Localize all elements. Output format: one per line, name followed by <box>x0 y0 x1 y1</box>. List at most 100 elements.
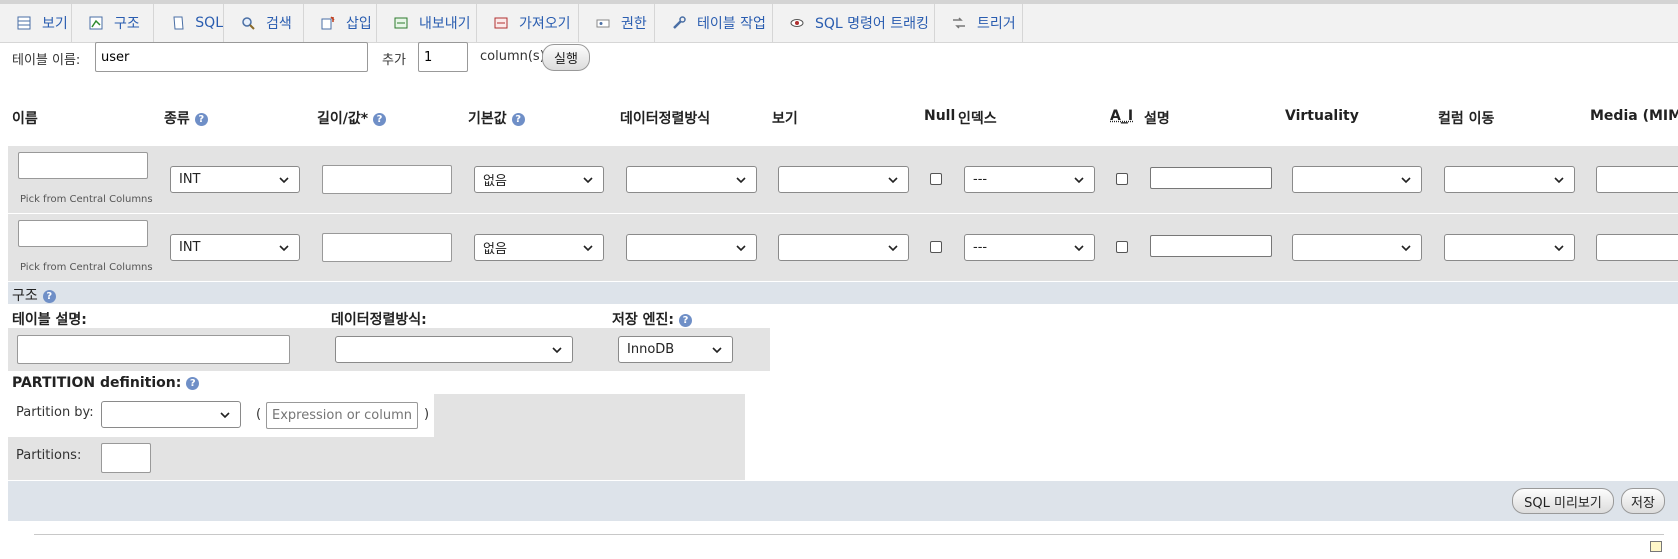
chevron-down-icon <box>277 241 291 255</box>
tab-label: 트리거 <box>977 13 1016 33</box>
partition-title: PARTITION definition:? <box>12 375 199 391</box>
default-select[interactable]: 없음 <box>474 166 604 193</box>
add-label: 추가 <box>382 49 406 68</box>
central-columns-link[interactable]: Pick from Central Columns <box>20 194 153 205</box>
structure-title: 구조? <box>12 285 56 305</box>
chevron-down-icon <box>1399 173 1413 187</box>
tab-operations[interactable]: 테이블 작업 <box>655 4 773 42</box>
chevron-down-icon <box>581 173 595 187</box>
index-select[interactable]: --- <box>964 166 1095 193</box>
table-comment-input[interactable] <box>17 335 290 364</box>
tab-label: 보기 <box>42 13 68 33</box>
default-select[interactable]: 없음 <box>474 234 604 261</box>
storage-engine-select[interactable]: InnoDB <box>618 336 733 363</box>
attributes-select[interactable] <box>778 234 909 261</box>
tab-label: 내보내기 <box>419 13 471 33</box>
partition-by-label: Partition by: <box>16 405 94 420</box>
add-columns-input[interactable] <box>418 42 468 72</box>
partition-by-select[interactable] <box>101 401 241 428</box>
null-checkbox[interactable] <box>930 241 942 253</box>
table-name-label: 테이블 이름: <box>12 49 80 68</box>
partitions-label: Partitions: <box>16 448 81 463</box>
insert-icon <box>320 15 336 31</box>
tab-label: 구조 <box>114 13 140 33</box>
columns-suffix: column(s) <box>480 49 545 64</box>
tab-label: SQL <box>195 15 223 31</box>
import-icon <box>493 15 509 31</box>
tab-insert[interactable]: 삽입 <box>304 4 377 42</box>
column-name-input[interactable] <box>18 220 148 247</box>
browse-icon <box>16 15 32 31</box>
chevron-down-icon <box>1072 173 1086 187</box>
type-select[interactable]: INT <box>170 166 300 193</box>
tab-triggers[interactable]: 트리거 <box>935 4 1023 42</box>
index-select[interactable]: --- <box>964 234 1095 261</box>
partitions-input[interactable] <box>101 443 151 473</box>
partition-expression-input[interactable] <box>266 402 418 429</box>
chevron-down-icon <box>886 241 900 255</box>
table-collation-select[interactable] <box>335 336 573 363</box>
comment-textarea[interactable] <box>1150 167 1272 189</box>
tab-tracking[interactable]: SQL 명령어 트래킹 <box>773 4 935 42</box>
save-button[interactable]: 저장 <box>1621 488 1665 514</box>
tab-bar: 보기 구조 SQL 검색 삽입 내보내기 가져오기 권한 테이블 작업 SQL … <box>0 4 1678 43</box>
header-media-type: Media (MIME) <box>1590 108 1678 124</box>
help-icon[interactable]: ? <box>195 113 208 126</box>
header-name: 이름 <box>12 108 38 128</box>
chevron-down-icon <box>550 343 564 357</box>
header-null: Null <box>924 108 955 124</box>
length-input[interactable] <box>322 233 452 262</box>
tab-privileges[interactable]: 권한 <box>579 4 655 42</box>
tab-sql[interactable]: SQL <box>154 4 224 42</box>
central-columns-link[interactable]: Pick from Central Columns <box>20 262 153 273</box>
virtuality-select[interactable] <box>1292 234 1422 261</box>
column-name-input[interactable] <box>18 152 148 179</box>
media-type-select[interactable] <box>1596 166 1678 193</box>
help-icon[interactable]: ? <box>186 377 199 390</box>
chevron-down-icon <box>1552 173 1566 187</box>
chevron-down-icon <box>710 343 724 357</box>
tab-import[interactable]: 가져오기 <box>477 4 579 42</box>
attributes-select[interactable] <box>778 166 909 193</box>
chevron-down-icon <box>1399 241 1413 255</box>
help-icon[interactable]: ? <box>43 290 56 303</box>
move-column-select[interactable] <box>1444 166 1575 193</box>
console-icon[interactable] <box>1650 541 1662 552</box>
chevron-down-icon <box>1552 241 1566 255</box>
null-checkbox[interactable] <box>930 173 942 185</box>
header-collation: 데이터정렬방식 <box>620 108 710 128</box>
header-attributes: 보기 <box>772 108 798 128</box>
tab-structure[interactable]: 구조 <box>72 4 154 42</box>
action-bar <box>8 481 1678 521</box>
storage-engine-label: 저장 엔진:? <box>612 309 692 329</box>
open-paren: ( <box>256 407 261 422</box>
help-icon[interactable]: ? <box>512 113 525 126</box>
auto-increment-checkbox[interactable] <box>1116 173 1128 185</box>
help-icon[interactable]: ? <box>679 314 692 327</box>
tab-label: 권한 <box>621 13 647 33</box>
help-icon[interactable]: ? <box>373 113 386 126</box>
comment-textarea[interactable] <box>1150 235 1272 257</box>
collation-select[interactable] <box>626 166 757 193</box>
media-type-select[interactable] <box>1596 234 1678 261</box>
header-length: 길이/값*? <box>317 108 386 128</box>
tab-search[interactable]: 검색 <box>224 4 304 42</box>
add-go-button[interactable]: 실행 <box>542 44 590 71</box>
sql-preview-button[interactable]: SQL 미리보기 <box>1512 488 1614 514</box>
move-column-select[interactable] <box>1444 234 1575 261</box>
chevron-down-icon <box>277 173 291 187</box>
table-collation-label: 데이터정렬방식: <box>331 309 427 329</box>
type-select[interactable]: INT <box>170 234 300 261</box>
header-auto-increment: A_I <box>1110 108 1133 124</box>
auto-increment-checkbox[interactable] <box>1116 241 1128 253</box>
table-name-input[interactable] <box>95 42 368 72</box>
chevron-down-icon <box>218 408 232 422</box>
collation-select[interactable] <box>626 234 757 261</box>
tab-browse[interactable]: 보기 <box>0 4 72 42</box>
tab-export[interactable]: 내보내기 <box>377 4 477 42</box>
virtuality-select[interactable] <box>1292 166 1422 193</box>
length-input[interactable] <box>322 165 452 194</box>
chevron-down-icon <box>886 173 900 187</box>
chevron-down-icon <box>734 173 748 187</box>
close-paren: ) <box>424 407 429 422</box>
